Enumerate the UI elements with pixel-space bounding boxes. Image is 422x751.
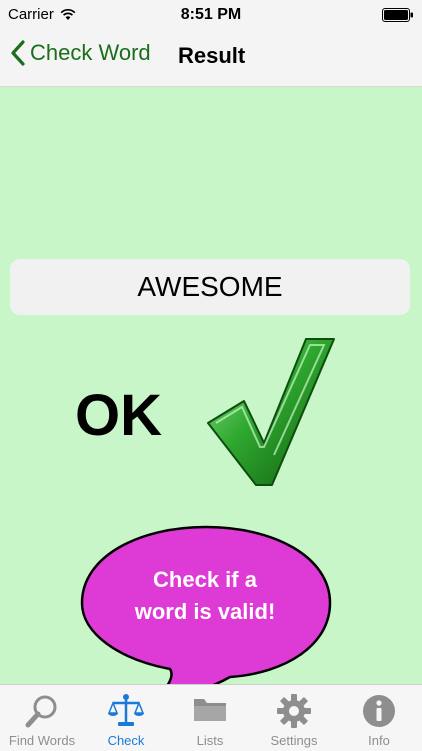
bubble-message: Check if a word is valid! [100,564,310,628]
bubble-line-1: Check if a [153,567,257,592]
tab-find-words[interactable]: Find Words [0,685,84,751]
chevron-left-icon [11,40,25,66]
bubble-line-2: word is valid! [134,599,276,624]
tab-label: Find Words [8,733,76,748]
tab-label: Info [368,733,390,748]
result-panel: AWESOME OK Check if a word is valid! [0,87,422,703]
navigation-bar: Check Word Result [0,30,422,87]
back-button[interactable]: Check Word [10,40,151,66]
tab-label: Lists [196,733,224,748]
magnifier-icon [25,695,57,728]
status-time: 8:51 PM [180,6,242,23]
tab-info[interactable]: Info [336,685,422,751]
checked-word: AWESOME [137,271,283,302]
checkmark-icon [207,338,335,486]
scales-icon [108,694,144,726]
gear-icon [277,694,311,728]
page-title: Result [178,43,246,68]
tab-settings[interactable]: Settings [252,685,336,751]
back-label: Check Word [30,40,151,65]
tab-label: Check [107,733,145,748]
tab-check[interactable]: Check [84,685,168,751]
tab-label: Settings [270,733,318,748]
status-bar: Carrier 8:51 PM [0,0,422,30]
info-icon [363,695,395,727]
verdict-label: OK [75,383,162,448]
tab-lists[interactable]: Lists [168,685,252,751]
battery-icon [382,8,413,22]
tab-bar: Find Words Check Lists Settings Info [0,684,422,751]
folder-icon [194,699,226,721]
word-display: AWESOME [10,259,410,315]
